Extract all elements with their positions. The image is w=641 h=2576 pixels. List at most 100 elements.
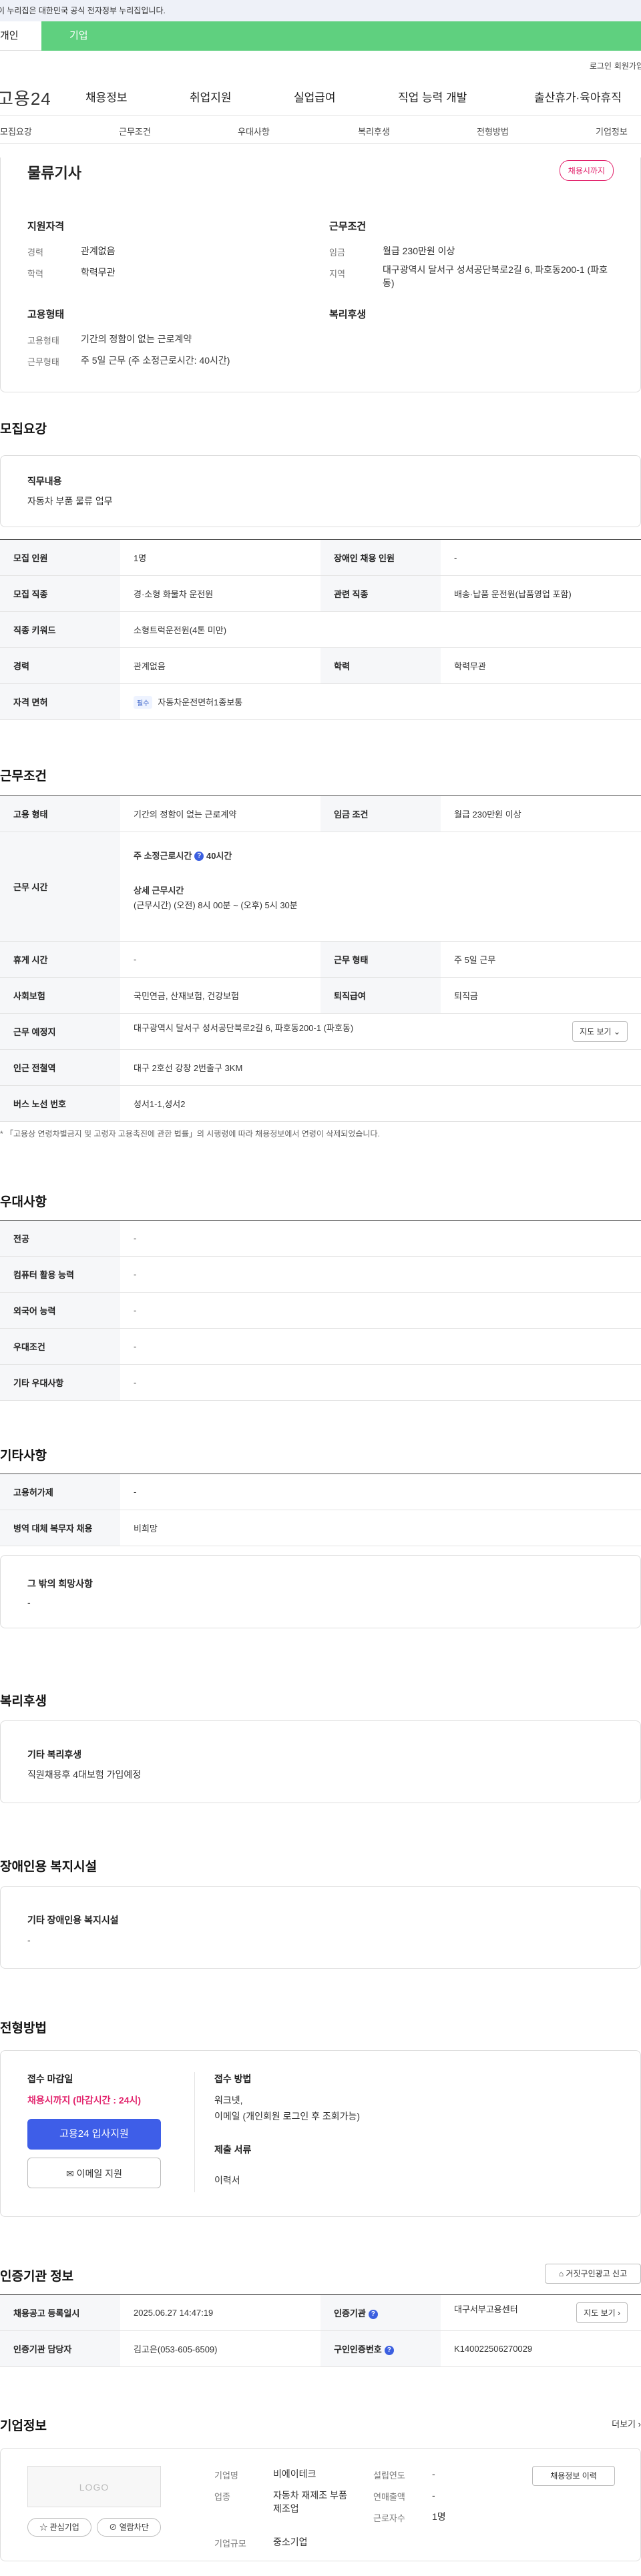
chevron-right-icon: › xyxy=(638,2419,641,2429)
method-heading: 접수 방법 xyxy=(214,2073,252,2084)
block-view-button[interactable]: ⊘ 열람차단 xyxy=(97,2518,161,2537)
audience-tabs: 개인 기업 xyxy=(0,21,641,51)
gov-banner-text: 이 누리집은 대한민국 공식 전자정부 누리집입니다. xyxy=(0,6,166,15)
signup-link[interactable]: 회원가입 xyxy=(614,60,641,71)
detail-hours-label: 상세 근무시간 xyxy=(134,885,184,896)
job-category-label: 모집 직종 xyxy=(0,575,120,612)
selection-section-title: 전형방법 xyxy=(0,2021,47,2035)
license-label: 자격 면허 xyxy=(0,683,120,720)
industry-label: 업종 xyxy=(214,2492,230,2502)
cert-org-label: 인증기관? xyxy=(320,2294,441,2331)
work-section-title: 근무조건 xyxy=(0,769,47,783)
tab-company[interactable]: 기업 xyxy=(41,21,641,51)
company-name-label: 기업명 xyxy=(214,2471,238,2481)
table-row: 병역 대체 복무자 채용 비희망 xyxy=(0,1510,641,1546)
cert-map-button[interactable]: 지도 보기 › xyxy=(576,2302,628,2323)
weekly-hours-label: 주 소정근로시간 xyxy=(134,850,192,861)
founded-value: - xyxy=(432,2469,435,2479)
sales-label: 연매출액 xyxy=(373,2492,405,2502)
count-value: 1명 xyxy=(120,539,320,576)
subnav-welfare[interactable]: 복리후생 xyxy=(358,125,390,137)
region-value: 대구광역시 달서구 성서공단북로2길 6, 파호동200-1 (파호동) xyxy=(383,264,608,288)
weekly-hours: 주 소정근로시간? 40시간 xyxy=(134,849,628,864)
subnav-preference[interactable]: 우대사항 xyxy=(238,125,270,137)
education-row-value: 학력무관 xyxy=(441,647,641,684)
subnav-company[interactable]: 기업정보 xyxy=(596,125,628,137)
false-ad-report-button[interactable]: ⌂ 거짓구인광고 신고 xyxy=(545,2264,641,2284)
reg-date-value: 2025.06.27 14:47:19 xyxy=(120,2294,320,2331)
email-apply-button[interactable]: ✉ 이메일 지원 xyxy=(27,2158,161,2188)
company-more-link[interactable]: 더보기 › xyxy=(612,2417,641,2430)
selection-card: 접수 마감일 채용시까지 (마감시간 : 24시) 고용24 입사지원 ✉ 이메… xyxy=(0,2050,641,2217)
hours-cell: 주 소정근로시간? 40시간 상세 근무시간 (근무시간) (오전) 8시 00… xyxy=(120,832,641,942)
table-row: 인증기관 담당자 김고은(053-605-6509) 구인인증번호? K1400… xyxy=(0,2330,641,2367)
company-name-value: 비에이테크 xyxy=(273,2469,316,2479)
deadline-value: 채용시까지 (마감시간 : 24시) xyxy=(27,2095,142,2106)
recruit-section-title: 모집요강 xyxy=(0,422,47,436)
favorite-company-button[interactable]: ☆ 관심기업 xyxy=(27,2518,91,2537)
gnb-menu-job-training[interactable]: 직업 능력 개발 xyxy=(398,88,467,105)
work-place-cell: 대구광역시 달서구 성서공단북로2길 6, 파호동200-1 (파호동) 지도 … xyxy=(120,1013,641,1050)
education-label: 학력 xyxy=(27,269,43,279)
military-label: 병역 대체 복무자 채용 xyxy=(0,1510,120,1546)
disabled-facility-card: 기타 장애인용 복지시설 - xyxy=(0,1886,641,1969)
block-label: 열람차단 xyxy=(119,2523,149,2532)
detail-hours-value: (근무시간) (오전) 8시 00분 ~ (오후) 5시 30분 xyxy=(134,900,298,910)
company-logo: LOGO xyxy=(27,2466,161,2507)
company-section-title: 기업정보 xyxy=(0,2419,47,2433)
info-icon[interactable]: ? xyxy=(194,852,204,862)
weekly-hours-value: 40시간 xyxy=(206,850,232,861)
wish-card: 그 밖의 희망사항 - xyxy=(0,1555,641,1628)
employ-type-label: 고용 형태 xyxy=(0,795,120,832)
keyword-label: 직종 키워드 xyxy=(0,611,120,648)
welfare-other-value: 직원채용후 4대보험 가입예정 xyxy=(27,1769,142,1780)
employment-type-value: 기간의 정함이 없는 근로계약 xyxy=(81,334,192,344)
login-link[interactable]: 로그인 xyxy=(590,60,612,71)
job-number-label: 구인인증번호? xyxy=(320,2330,441,2367)
etc-section-title: 기타사항 xyxy=(0,1449,47,1463)
gnb-menu-jobs[interactable]: 채용정보 xyxy=(85,88,128,105)
map-button[interactable]: 지도 보기 ⌄ xyxy=(572,1021,628,1042)
cert-org-cell: 대구서부고용센터 지도 보기 › xyxy=(441,2294,641,2331)
manager-label: 인증기관 담당자 xyxy=(0,2330,120,2367)
cert-org-value: 대구서부고용센터 xyxy=(454,2304,518,2314)
more-link-label: 더보기 xyxy=(612,2419,636,2429)
subnav-selection[interactable]: 전형방법 xyxy=(477,125,509,137)
table-row: 고용 형태 기간의 정함이 없는 근로계약 임금 조건 월급 230만원 이상 xyxy=(0,795,641,832)
major-value: - xyxy=(120,1220,641,1257)
job-history-button[interactable]: 채용정보 이력 xyxy=(532,2466,615,2486)
section-subnav: 모집요강 근무조건 우대사항 복리후생 전형방법 기업정보 xyxy=(0,116,641,144)
company-card: LOGO ☆ 관심기업 ⊘ 열람차단 기업명 비에이테크 업종 자동차 재제조 … xyxy=(0,2448,641,2561)
disabled-facility-value: - xyxy=(27,1935,31,1945)
qualification-heading: 지원자격 xyxy=(27,221,65,232)
sales-value: - xyxy=(432,2490,435,2501)
gnb-menu-employment-support[interactable]: 취업지원 xyxy=(190,88,232,105)
eps-label: 고용허가제 xyxy=(0,1474,120,1510)
language-label: 외국어 능력 xyxy=(0,1292,120,1329)
gnb-menu-unemployment-benefit[interactable]: 실업급여 xyxy=(294,88,336,105)
education-row-label: 학력 xyxy=(320,647,441,684)
apply-button[interactable]: 고용24 입사지원 xyxy=(27,2119,161,2150)
duty-heading: 직무내용 xyxy=(27,476,62,487)
rest-value: - xyxy=(120,941,320,978)
table-row: 사회보험 국민연금, 산재보험, 건강보험 퇴직급여 퇴직금 xyxy=(0,977,641,1014)
table-row: 직종 키워드 소형트럭운전원(4톤 미만) xyxy=(0,611,641,648)
preference-section-title: 우대사항 xyxy=(0,1195,47,1209)
info-icon[interactable]: ? xyxy=(384,2345,394,2355)
table-row: 모집 인원 1명 장애인 채용 인원 - xyxy=(0,539,641,576)
career-value: 관계없음 xyxy=(81,246,116,256)
gnb-menu-parental-leave[interactable]: 출산휴가·육아휴직 xyxy=(534,88,622,105)
company-size-label: 기업규모 xyxy=(214,2539,246,2549)
info-icon[interactable]: ? xyxy=(368,2309,378,2319)
subnav-conditions[interactable]: 근무조건 xyxy=(119,125,151,137)
education-value: 학력무관 xyxy=(81,267,116,278)
job-number-value: K140022506270029 xyxy=(441,2330,641,2367)
company-size-value: 중소기업 xyxy=(273,2537,308,2547)
utility-bar: 로그인 회원가입 xyxy=(0,51,641,73)
table-row: 자격 면허 필수 자동차운전면허1종보통 xyxy=(0,683,641,720)
chevron-down-icon: ⌄ xyxy=(613,1027,620,1036)
job-summary-card: 물류기사 채용시까지 지원자격 경력 관계없음 학력 학력무관 고용형태 고용형… xyxy=(0,157,641,392)
site-logo[interactable]: 고용24 xyxy=(0,85,51,110)
tab-personal[interactable]: 개인 xyxy=(0,21,41,51)
subnav-recruit[interactable]: 모집요강 xyxy=(0,125,32,137)
